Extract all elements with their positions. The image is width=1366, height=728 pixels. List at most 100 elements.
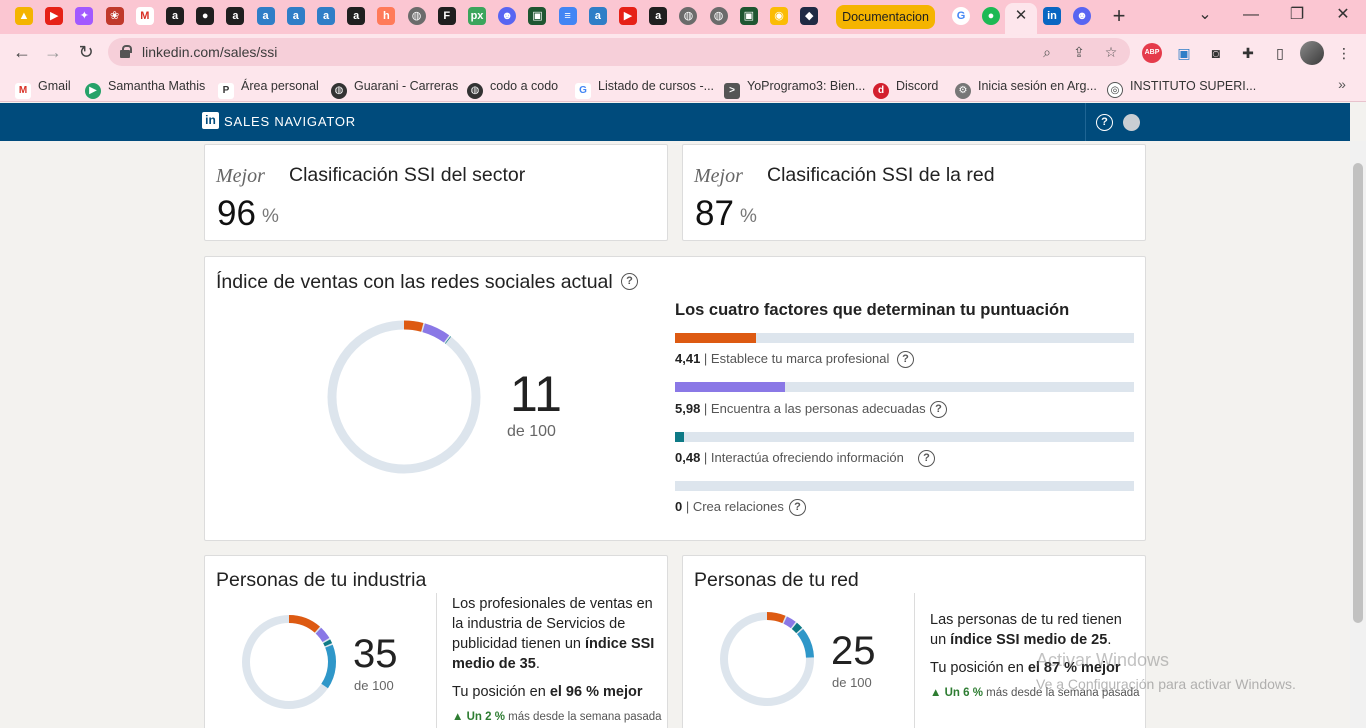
bookmark-listado[interactable]: G Listado de cursos -...: [575, 76, 715, 99]
spotify-tab-icon[interactable]: ●: [982, 7, 1000, 25]
play-icon: ▶: [85, 83, 101, 99]
restore-icon[interactable]: ❐: [1284, 4, 1310, 26]
app-a-icon[interactable]: a: [256, 7, 275, 25]
bookmark-guarani[interactable]: ◍ Guarani - Carreras: [331, 76, 458, 99]
factor-label-relations: 0 | Crea relaciones: [675, 499, 784, 514]
header-title[interactable]: SALES NAVIGATOR: [224, 103, 356, 141]
app-a-icon[interactable]: a: [649, 7, 668, 25]
forward-arrow-icon[interactable]: →: [40, 40, 66, 64]
globe-icon[interactable]: ◍: [709, 7, 728, 25]
header-avatar[interactable]: [1123, 114, 1140, 131]
extensions-puzzle-icon[interactable]: ✚: [1238, 43, 1258, 63]
bookmark-codo-a-codo[interactable]: ◍ codo a codo: [467, 76, 558, 99]
github-icon[interactable]: ●: [196, 7, 215, 25]
app-icon[interactable]: ❀: [105, 7, 124, 25]
ssi-score-of: de 100: [507, 423, 556, 440]
camera-extension-icon[interactable]: ◙: [1206, 43, 1226, 63]
app-a-icon[interactable]: a: [166, 7, 184, 25]
globe-icon: ◍: [331, 83, 347, 99]
bookmark-inicia-sesion[interactable]: ⚙ Inicia sesión en Arg...: [955, 76, 1097, 99]
framer-icon[interactable]: F: [437, 7, 456, 25]
linkedin-logo-icon[interactable]: in: [202, 112, 219, 129]
factor-help-icon[interactable]: ?: [789, 499, 806, 516]
close-tab-icon[interactable]: ✕: [1011, 6, 1031, 26]
gear-icon: ⚙: [955, 83, 971, 99]
bookmark-yoprogramo[interactable]: > YoProgramo3: Bien...: [724, 76, 865, 99]
bookmark-area-personal[interactable]: P Área personal: [218, 76, 319, 99]
globe-icon[interactable]: ◍: [679, 7, 698, 25]
factor-help-icon[interactable]: ?: [930, 401, 947, 418]
bookmark-label: Inicia sesión en Arg...: [978, 79, 1097, 93]
youtube-icon[interactable]: ▶: [45, 7, 64, 25]
terminal-icon[interactable]: ▣: [528, 7, 547, 25]
bookmark-gmail[interactable]: M Gmail: [15, 76, 71, 99]
industry-position: Tu posición en el 96 % mejor: [452, 682, 662, 702]
profile-avatar[interactable]: [1300, 41, 1324, 65]
ranking-value: 87: [695, 194, 734, 233]
bookmarks-overflow-icon[interactable]: »: [1334, 76, 1350, 92]
app-a-icon[interactable]: a: [226, 7, 245, 25]
linkedin-tab-icon[interactable]: in: [1043, 7, 1061, 25]
app-a-icon[interactable]: a: [317, 7, 335, 25]
px-icon[interactable]: px: [468, 7, 486, 25]
share-icon[interactable]: ⇪: [1070, 43, 1088, 61]
tab-search-chevron-icon[interactable]: ⌄: [1192, 4, 1218, 26]
docs-icon[interactable]: ≡: [558, 7, 577, 25]
factor-bar-fill: [675, 382, 785, 392]
close-window-icon[interactable]: ✕: [1330, 4, 1356, 26]
chrome-icon[interactable]: ◉: [770, 7, 788, 25]
globe-icon[interactable]: ◍: [407, 7, 426, 25]
factor-bar-fill: [675, 432, 684, 442]
page-content: in SALES NAVIGATOR ? Mejor Clasificación…: [0, 103, 1366, 728]
adblock-icon[interactable]: ABP: [1142, 43, 1162, 63]
bookmark-samantha[interactable]: ▶ Samantha Mathis: [85, 76, 205, 99]
figma-icon[interactable]: ✦: [75, 7, 94, 25]
google-tab-icon[interactable]: G: [952, 7, 970, 25]
menu-kebab-icon[interactable]: ⋮: [1334, 43, 1354, 63]
factor-help-icon[interactable]: ?: [918, 450, 935, 467]
gmail-icon: M: [15, 83, 31, 99]
side-panel-icon[interactable]: ▯: [1270, 43, 1290, 63]
minimize-icon[interactable]: —: [1238, 4, 1264, 26]
app-a-icon[interactable]: a: [347, 7, 366, 25]
drive-icon[interactable]: ▲: [15, 7, 33, 25]
factor-name: Encuentra a las personas adecuadas: [710, 401, 926, 416]
reload-icon[interactable]: ↻: [73, 40, 99, 64]
address-bar[interactable]: linkedin.com/sales/ssi ⌕ ⇪ ☆: [108, 38, 1130, 66]
trend-up: ▲ Un 6 %: [930, 687, 983, 699]
bookmark-label: Listado de cursos -...: [598, 79, 715, 93]
page-scrollbar[interactable]: [1350, 141, 1366, 728]
address-url[interactable]: linkedin.com/sales/ssi: [142, 38, 277, 66]
factor-name: Establece tu marca profesional: [710, 351, 890, 366]
ssi-help-icon[interactable]: ?: [621, 273, 638, 290]
app-a-icon[interactable]: a: [286, 7, 305, 25]
app-a-icon[interactable]: a: [588, 7, 607, 25]
factor-bar-fill: [675, 333, 756, 343]
gmail-icon[interactable]: M: [135, 7, 154, 25]
youtube-icon[interactable]: ▶: [619, 7, 637, 25]
network-text-post: .: [1107, 632, 1112, 648]
bookmark-star-icon[interactable]: ☆: [1102, 43, 1120, 61]
reddit-icon[interactable]: ☻: [498, 7, 517, 25]
back-arrow-icon[interactable]: ←: [9, 40, 35, 64]
trend-text: más desde la semana pasada: [508, 711, 662, 723]
terminal-icon[interactable]: ▣: [739, 7, 758, 25]
bookmark-discord[interactable]: d Discord: [873, 76, 938, 99]
factor-value: 0,48: [675, 450, 701, 465]
bookmark-label: Gmail: [38, 79, 71, 93]
globe-icon: ◍: [467, 83, 483, 99]
factor-help-icon[interactable]: ?: [897, 351, 914, 368]
dark-icon[interactable]: ◆: [800, 7, 819, 25]
reddit-tab-icon[interactable]: ☻: [1073, 7, 1091, 25]
zoom-icon[interactable]: ⌕: [1038, 43, 1056, 61]
donut-segment: [315, 627, 330, 643]
new-tab-icon[interactable]: +: [1108, 5, 1130, 27]
screen-extension-icon[interactable]: ▣: [1174, 43, 1194, 63]
bookmark-instituto[interactable]: ◎ INSTITUTO SUPERI...: [1107, 76, 1256, 98]
tab-documentacion[interactable]: Documentacion: [836, 5, 935, 29]
help-icon[interactable]: ?: [1096, 114, 1113, 131]
hubspot-icon[interactable]: h: [377, 7, 396, 25]
industry-trend: ▲ Un 2 % más desde la semana pasada: [452, 711, 662, 723]
ranking-card-sector: Mejor Clasificación SSI del sector 96 %: [204, 144, 668, 241]
scrollbar-thumb[interactable]: [1353, 163, 1363, 623]
